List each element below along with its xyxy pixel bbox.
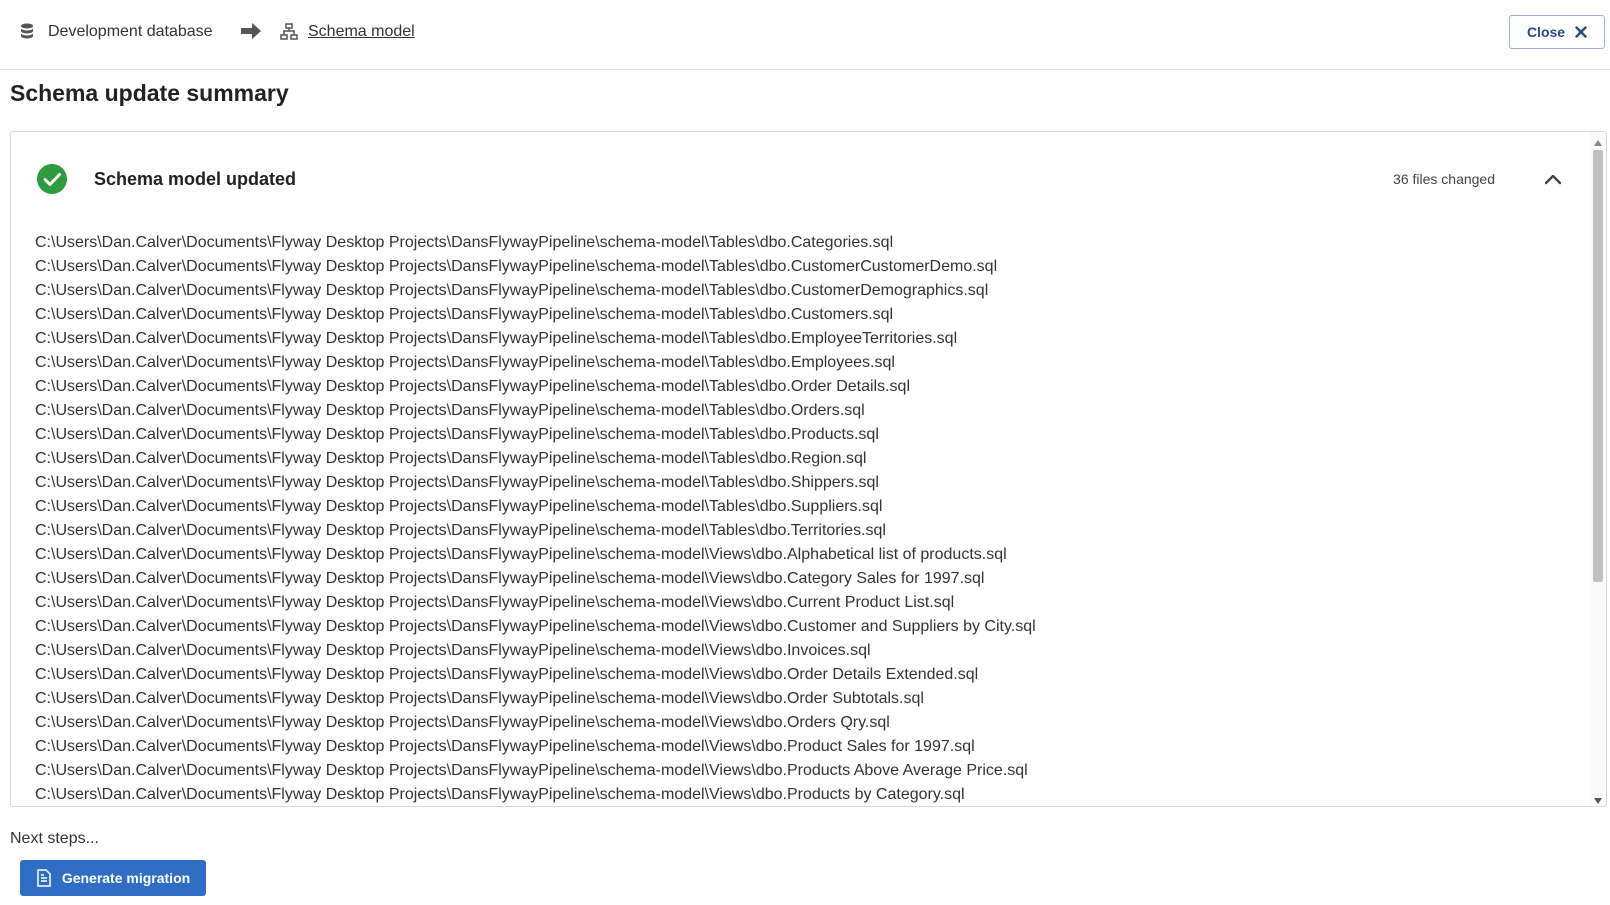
check-circle-icon bbox=[37, 164, 67, 194]
breadcrumb-database-label: Development database bbox=[48, 23, 213, 40]
breadcrumb-schema-model[interactable]: Schema model bbox=[280, 19, 415, 45]
list-item: C:\Users\Dan.Calver\Documents\Flyway Des… bbox=[35, 522, 886, 539]
scroll-down-arrow-icon[interactable] bbox=[1593, 793, 1603, 804]
scrollbar[interactable] bbox=[1590, 132, 1606, 806]
list-item: C:\Users\Dan.Calver\Documents\Flyway Des… bbox=[35, 594, 955, 611]
schema-update-panel: Schema model updated 36 files changed C:… bbox=[10, 131, 1607, 807]
scroll-up-arrow-icon[interactable] bbox=[1593, 135, 1603, 146]
next-steps-label: Next steps... bbox=[10, 830, 99, 847]
list-item: C:\Users\Dan.Calver\Documents\Flyway Des… bbox=[35, 546, 1007, 563]
list-item: C:\Users\Dan.Calver\Documents\Flyway Des… bbox=[35, 234, 894, 251]
list-item: C:\Users\Dan.Calver\Documents\Flyway Des… bbox=[35, 714, 890, 731]
list-item: C:\Users\Dan.Calver\Documents\Flyway Des… bbox=[35, 618, 1036, 635]
list-item: C:\Users\Dan.Calver\Documents\Flyway Des… bbox=[35, 450, 867, 467]
arrow-right-icon bbox=[240, 22, 264, 42]
list-item: C:\Users\Dan.Calver\Documents\Flyway Des… bbox=[35, 786, 965, 803]
close-button[interactable]: Close bbox=[1509, 15, 1605, 49]
list-item: C:\Users\Dan.Calver\Documents\Flyway Des… bbox=[35, 570, 985, 587]
files-changed-count: 36 files changed bbox=[1393, 171, 1495, 187]
panel-title: Schema model updated bbox=[94, 169, 297, 189]
list-item: C:\Users\Dan.Calver\Documents\Flyway Des… bbox=[35, 282, 989, 299]
list-item: C:\Users\Dan.Calver\Documents\Flyway Des… bbox=[35, 402, 865, 419]
document-icon bbox=[36, 869, 52, 887]
page-title: Schema update summary bbox=[10, 80, 289, 106]
close-icon bbox=[1575, 26, 1587, 38]
chevron-up-icon[interactable] bbox=[1541, 168, 1565, 192]
changed-files-list: C:\Users\Dan.Calver\Documents\Flyway Des… bbox=[35, 231, 1575, 806]
generate-migration-button[interactable]: Generate migration bbox=[20, 860, 206, 896]
list-item: C:\Users\Dan.Calver\Documents\Flyway Des… bbox=[35, 690, 924, 707]
scrollbar-thumb[interactable] bbox=[1593, 150, 1603, 582]
list-item: C:\Users\Dan.Calver\Documents\Flyway Des… bbox=[35, 642, 871, 659]
list-item: C:\Users\Dan.Calver\Documents\Flyway Des… bbox=[35, 498, 883, 515]
breadcrumb-schema-model-link[interactable]: Schema model bbox=[308, 23, 415, 41]
panel-header: Schema model updated 36 files changed bbox=[11, 132, 1591, 222]
generate-migration-label: Generate migration bbox=[61, 870, 191, 886]
list-item: C:\Users\Dan.Calver\Documents\Flyway Des… bbox=[35, 738, 975, 755]
list-item: C:\Users\Dan.Calver\Documents\Flyway Des… bbox=[35, 258, 998, 275]
list-item: C:\Users\Dan.Calver\Documents\Flyway Des… bbox=[35, 666, 979, 683]
list-item: C:\Users\Dan.Calver\Documents\Flyway Des… bbox=[35, 330, 958, 347]
list-item: C:\Users\Dan.Calver\Documents\Flyway Des… bbox=[35, 378, 910, 395]
list-item: C:\Users\Dan.Calver\Documents\Flyway Des… bbox=[35, 474, 879, 491]
database-icon bbox=[20, 22, 38, 42]
close-button-label: Close bbox=[1526, 24, 1566, 40]
breadcrumb-database: Development database bbox=[20, 19, 213, 45]
hierarchy-icon bbox=[280, 22, 300, 42]
list-item: C:\Users\Dan.Calver\Documents\Flyway Des… bbox=[35, 354, 895, 371]
top-bar: Development database Schema model Close bbox=[0, 0, 1610, 70]
list-item: C:\Users\Dan.Calver\Documents\Flyway Des… bbox=[35, 306, 894, 323]
list-item: C:\Users\Dan.Calver\Documents\Flyway Des… bbox=[35, 426, 879, 443]
list-item: C:\Users\Dan.Calver\Documents\Flyway Des… bbox=[35, 762, 1028, 779]
